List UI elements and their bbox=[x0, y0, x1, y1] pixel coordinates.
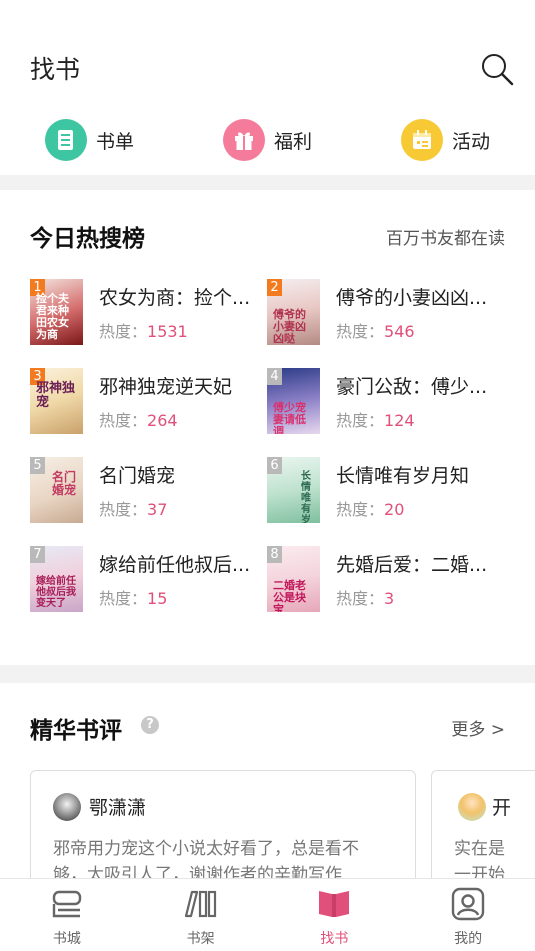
rank-badge: 5 bbox=[30, 457, 45, 474]
search-icon[interactable] bbox=[480, 52, 514, 86]
gift-icon bbox=[223, 119, 265, 161]
heat-value: 热度：546 bbox=[336, 322, 415, 341]
bottom-tab-bar: 书城 书架 找书 我的 bbox=[0, 878, 535, 951]
ranking-item[interactable]: 3 邪神独宠 邪神独宠逆天妃 热度：264 bbox=[30, 368, 270, 434]
tab-find-book[interactable]: 找书 bbox=[268, 879, 402, 951]
bookshelf-icon bbox=[184, 890, 216, 918]
heat-value: 热度：3 bbox=[336, 589, 395, 608]
cover-title: 长情唯有岁月知 bbox=[301, 471, 311, 523]
page-title: 找书 bbox=[30, 55, 81, 84]
book-cover: 7 嫁给前任他叔后我变天了 bbox=[30, 546, 83, 612]
rank-badge: 8 bbox=[267, 546, 282, 563]
book-title: 邪神独宠逆天妃 bbox=[99, 376, 233, 398]
tab-label: 书架 bbox=[186, 931, 215, 947]
cover-title: 傅少宠妻请低调 bbox=[273, 401, 306, 435]
book-cover: 4 傅少宠妻请低调 bbox=[267, 368, 320, 434]
book-list-icon bbox=[45, 119, 87, 161]
rank-badge: 4 bbox=[267, 368, 282, 385]
quick-link-welfare[interactable]: 福利 bbox=[223, 118, 312, 162]
heat-value: 热度：1531 bbox=[99, 322, 188, 341]
rank-badge: 6 bbox=[267, 457, 282, 474]
rank-badge: 7 bbox=[30, 546, 45, 563]
ranking-item[interactable]: 1 捡个夫君来种田农女为商 农女为商：捡个... 热度：1531 bbox=[30, 279, 270, 345]
heat-value: 热度：124 bbox=[336, 411, 415, 430]
review-text: 实在是一开始 bbox=[454, 839, 505, 878]
book-cover: 8 二婚老公是块宝 bbox=[267, 546, 320, 612]
tab-profile[interactable]: 我的 bbox=[401, 879, 535, 951]
reviews-section: 精华书评 ? 更多 > 鄂潇潇 邪帝用力宠这个小说太好看了，总是看不够，太吸引人… bbox=[0, 683, 535, 878]
cover-title: 二婚老公是块宝 bbox=[273, 579, 306, 613]
review-username: 鄂潇潇 bbox=[89, 797, 147, 819]
ranking-item[interactable]: 8 二婚老公是块宝 先婚后爱：二婚... 热度：3 bbox=[267, 546, 507, 612]
heat-value: 热度：37 bbox=[99, 500, 168, 519]
find-book-icon bbox=[319, 891, 350, 917]
tab-label: 书城 bbox=[52, 931, 81, 947]
ranking-item[interactable]: 7 嫁给前任他叔后我变天了 嫁给前任他叔后... 热度：15 bbox=[30, 546, 270, 612]
heat-value: 热度：264 bbox=[99, 411, 178, 430]
avatar bbox=[458, 793, 486, 821]
book-cover: 5 名门婚宠 bbox=[30, 457, 83, 523]
ranking-item[interactable]: 5 名门婚宠 名门婚宠 热度：37 bbox=[30, 457, 270, 523]
review-username: 开 bbox=[492, 797, 512, 819]
avatar bbox=[53, 793, 81, 821]
cover-title: 名门婚宠 bbox=[52, 470, 77, 497]
book-title: 名门婚宠 bbox=[99, 465, 176, 487]
calendar-icon bbox=[401, 119, 443, 161]
section-title: 精华书评 bbox=[30, 718, 122, 744]
cover-title: 傅爷的小妻凶凶哒 bbox=[273, 308, 306, 345]
tab-label: 我的 bbox=[454, 931, 483, 947]
book-title: 傅爷的小妻凶凶... bbox=[336, 287, 488, 309]
book-title: 长情唯有岁月知 bbox=[336, 465, 470, 487]
book-title: 豪门公敌：傅少... bbox=[336, 376, 488, 398]
more-link[interactable]: 更多 > bbox=[451, 715, 505, 740]
bookstore-icon bbox=[52, 890, 82, 918]
book-cover: 6 长情唯有岁月知 bbox=[267, 457, 320, 523]
book-cover: 2 傅爷的小妻凶凶哒 bbox=[267, 279, 320, 345]
review-card[interactable]: 开 实在是一开始 bbox=[431, 770, 535, 878]
quick-link-label: 书单 bbox=[96, 130, 135, 153]
cover-title: 捡个夫君来种田农女为商 bbox=[36, 292, 69, 341]
quick-link-book-list[interactable]: 书单 bbox=[45, 118, 134, 162]
quick-link-activity[interactable]: 活动 bbox=[401, 118, 490, 162]
ranking-item[interactable]: 4 傅少宠妻请低调 豪门公敌：傅少... 热度：124 bbox=[267, 368, 507, 434]
section-title: 今日热搜榜 bbox=[30, 226, 145, 252]
book-title: 嫁给前任他叔后... bbox=[99, 554, 251, 576]
heat-value: 热度：15 bbox=[99, 589, 168, 608]
book-cover: 3 邪神独宠 bbox=[30, 368, 83, 434]
profile-icon bbox=[451, 887, 485, 921]
book-title: 先婚后爱：二婚... bbox=[336, 554, 488, 576]
book-title: 农女为商：捡个... bbox=[99, 287, 251, 309]
review-card[interactable]: 鄂潇潇 邪帝用力宠这个小说太好看了，总是看不够，太吸引人了，谢谢作者的辛勤写作 bbox=[30, 770, 416, 878]
top-header: 找书 书单 福利 活动 bbox=[0, 0, 535, 175]
tab-label: 找书 bbox=[320, 931, 349, 947]
tab-bookshelf[interactable]: 书架 bbox=[134, 879, 268, 951]
ranking-item[interactable]: 6 长情唯有岁月知 长情唯有岁月知 热度：20 bbox=[267, 457, 507, 523]
cover-title: 嫁给前任他叔后我变天了 bbox=[36, 576, 76, 609]
section-subtitle: 百万书友都在读 bbox=[386, 229, 505, 249]
rank-badge: 2 bbox=[267, 279, 282, 296]
help-icon[interactable]: ? bbox=[141, 716, 159, 734]
book-cover: 1 捡个夫君来种田农女为商 bbox=[30, 279, 83, 345]
cover-title: 邪神独宠 bbox=[36, 381, 76, 410]
heat-value: 热度：20 bbox=[336, 500, 405, 519]
tab-bookstore[interactable]: 书城 bbox=[0, 879, 134, 951]
quick-link-label: 活动 bbox=[452, 130, 491, 153]
review-text: 邪帝用力宠这个小说太好看了，总是看不够，太吸引人了，谢谢作者的辛勤写作 bbox=[53, 839, 359, 878]
quick-link-label: 福利 bbox=[274, 130, 313, 153]
hot-search-section: 今日热搜榜 百万书友都在读 1 捡个夫君来种田农女为商 农女为商：捡个... 热… bbox=[0, 190, 535, 665]
ranking-item[interactable]: 2 傅爷的小妻凶凶哒 傅爷的小妻凶凶... 热度：546 bbox=[267, 279, 507, 345]
